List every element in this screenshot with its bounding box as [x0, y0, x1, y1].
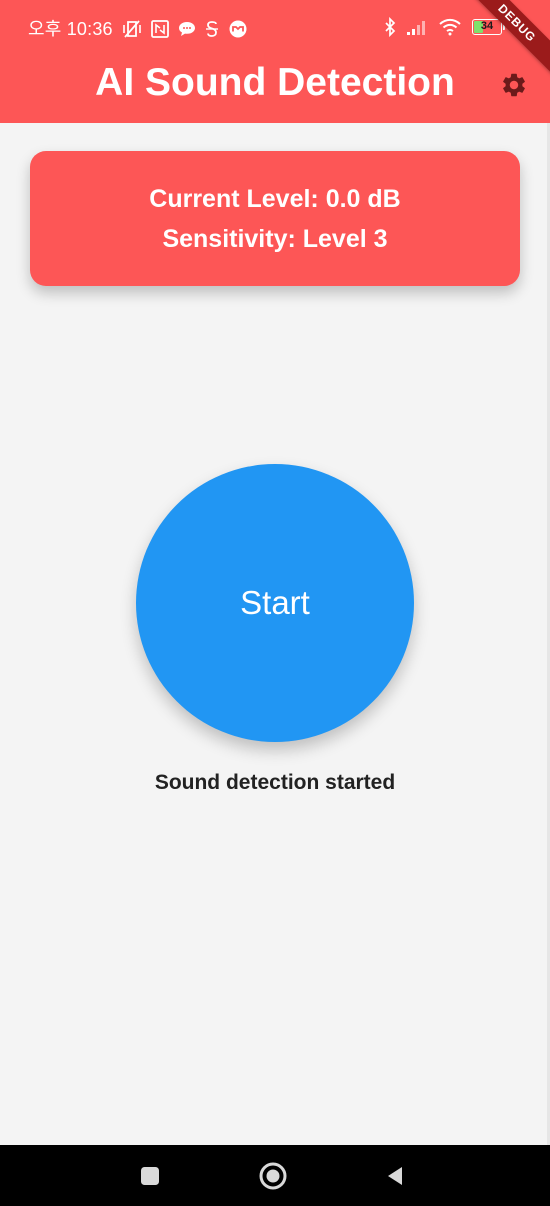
app-title: AI Sound Detection	[95, 61, 455, 104]
status-time: 오후 10:36	[28, 19, 113, 39]
battery-level-text: 34	[480, 20, 494, 32]
chat-bubble-icon	[178, 22, 195, 36]
nfc-icon	[150, 20, 169, 38]
start-button[interactable]: Start	[136, 464, 414, 742]
square-icon	[141, 1167, 159, 1185]
triangle-back-icon	[388, 1167, 402, 1185]
app-header: 오후 10:36 34 DEBUG AI Sound Detection	[0, 0, 550, 123]
recents-button[interactable]	[133, 1159, 167, 1193]
settings-button[interactable]	[497, 68, 531, 102]
status-left: 오후 10:36	[28, 15, 248, 43]
notification-icons	[122, 19, 248, 39]
app-s-icon	[205, 21, 218, 37]
current-level-text: Current Level: 0.0 dB	[149, 185, 401, 213]
start-button-label: Start	[240, 584, 310, 621]
detection-status-message: Sound detection started	[154, 771, 396, 794]
sensitivity-text: Sensitivity: Level 3	[162, 225, 388, 253]
messenger-icon	[229, 20, 247, 38]
back-button[interactable]	[379, 1159, 413, 1193]
info-card: Current Level: 0.0 dB Sensitivity: Level…	[30, 151, 520, 286]
status-bar: 오후 10:36 34	[0, 0, 550, 56]
wifi-icon	[439, 18, 461, 36]
circle-icon	[259, 1162, 287, 1190]
battery-icon: 34	[472, 19, 505, 35]
vibrate-off-icon	[122, 20, 141, 38]
home-button[interactable]	[256, 1159, 290, 1193]
status-right: 34	[384, 17, 505, 37]
bluetooth-icon	[385, 17, 396, 37]
signal-icon	[407, 21, 425, 35]
system-nav-bar	[0, 1145, 550, 1206]
gear-icon	[503, 73, 525, 97]
